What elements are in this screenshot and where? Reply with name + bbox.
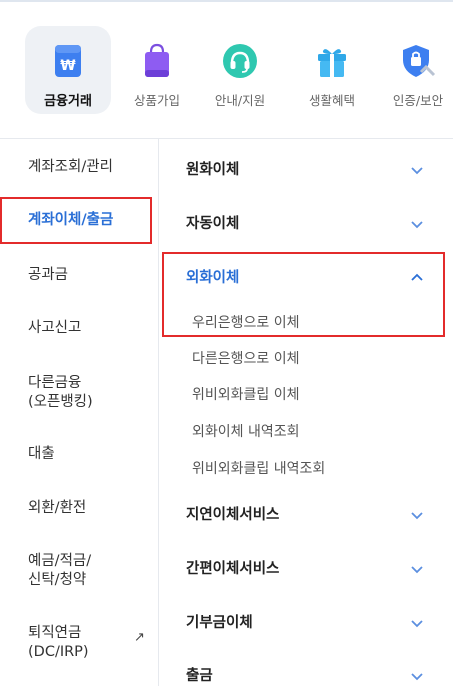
sub-item-fx-history[interactable]: 외화이체 내역조회 [192, 421, 300, 441]
category-label: 금융거래 [44, 94, 92, 109]
right-item-auto-transfer[interactable]: 자동이체 [186, 212, 239, 233]
shopping-bag-icon [145, 43, 169, 77]
category-bar: ₩ 금융거래 상품가입 안내/지원 생활혜택 인증/보안 [0, 2, 453, 138]
category-finance[interactable]: ₩ 금융거래 [25, 2, 111, 138]
won-card-icon: ₩ [55, 45, 81, 77]
category-label: 안내/지원 [214, 93, 266, 108]
gift-icon [318, 49, 346, 77]
right-item-donation-transfer[interactable]: 기부금이체 [186, 611, 253, 632]
chevron-down-icon[interactable] [410, 511, 424, 521]
sub-item-wibi-clip-transfer[interactable]: 위비외화클립 이체 [192, 384, 300, 404]
chevron-down-icon[interactable] [410, 220, 424, 230]
sub-item-wibi-clip-history[interactable]: 위비외화클립 내역조회 [192, 458, 325, 478]
headset-icon [223, 44, 257, 78]
left-item-loan[interactable]: 대출 [28, 445, 55, 464]
highlight-box-transfer [0, 197, 152, 244]
chevron-down-icon[interactable] [410, 166, 424, 176]
left-item-forex[interactable]: 외환/환전 [28, 499, 86, 518]
right-item-krw-transfer[interactable]: 원화이체 [186, 158, 239, 179]
left-item-deposit[interactable]: 예금/적금/ 신탁/청약 [28, 552, 91, 590]
category-label: 상품가입 [133, 93, 180, 108]
sub-item-other-bank-transfer[interactable]: 다른은행으로 이체 [192, 348, 300, 368]
left-item-open-banking[interactable]: 다른금융 (오픈뱅킹) [28, 374, 93, 412]
category-support[interactable]: 안내/지원 [205, 2, 275, 138]
shield-check-icon [403, 45, 436, 77]
svg-text:₩: ₩ [60, 58, 76, 74]
left-item-account-inquiry[interactable]: 계좌조회/관리 [28, 158, 113, 177]
chevron-down-icon[interactable] [410, 565, 424, 575]
right-item-simple-transfer[interactable]: 간편이체서비스 [186, 557, 279, 578]
left-item-utility-bills[interactable]: 공과금 [28, 266, 68, 285]
highlight-box-fx-transfer [162, 252, 445, 337]
right-item-withdrawal[interactable]: 출금 [186, 664, 213, 685]
external-link-icon: ↗ [134, 630, 145, 645]
category-label: 생활혜택 [308, 93, 355, 108]
chevron-down-icon[interactable] [410, 619, 424, 629]
left-item-pension[interactable]: 퇴직연금 (DC/IRP) [28, 624, 89, 662]
category-benefits[interactable]: 생활혜택 [296, 2, 368, 138]
category-security[interactable]: 인증/보안 [382, 2, 453, 138]
right-item-delayed-transfer[interactable]: 지연이체서비스 [186, 503, 279, 524]
left-item-incident-report[interactable]: 사고신고 [28, 319, 81, 338]
category-products[interactable]: 상품가입 [125, 2, 189, 138]
chevron-down-icon[interactable] [410, 672, 424, 682]
category-label: 인증/보안 [392, 93, 444, 108]
